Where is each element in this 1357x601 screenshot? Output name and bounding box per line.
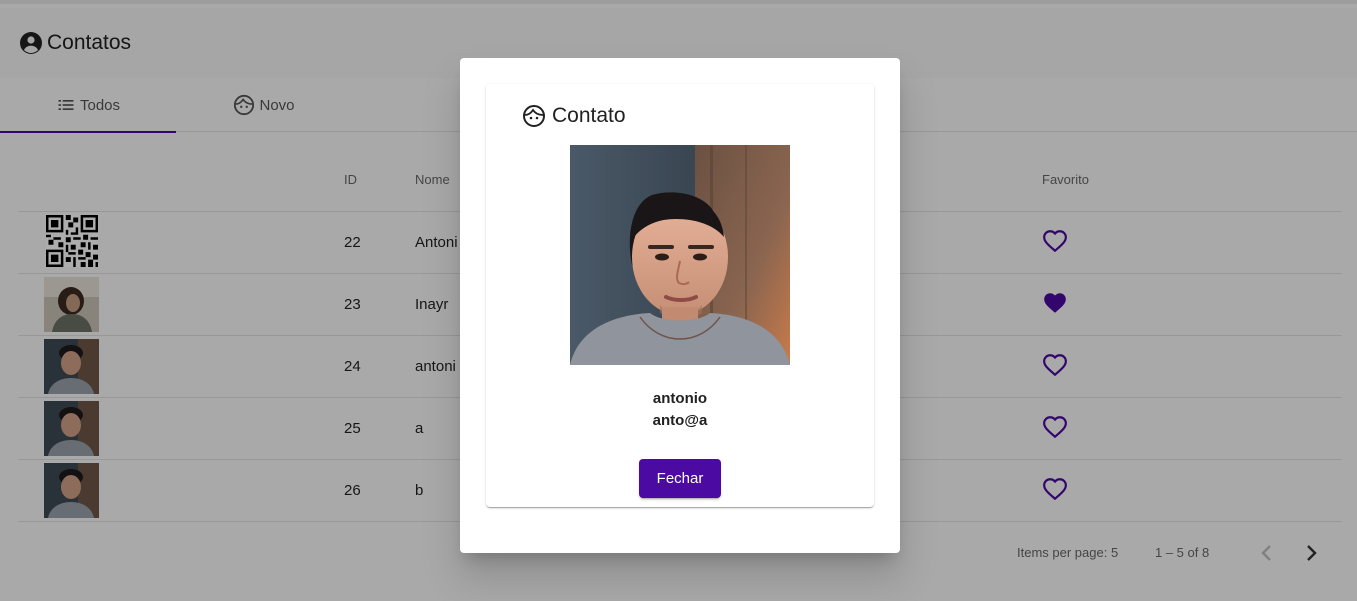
- dialog-title: Contato: [522, 104, 626, 128]
- close-button[interactable]: Fechar: [639, 459, 721, 498]
- face-icon: [523, 105, 545, 127]
- contact-email: anto@a: [652, 412, 708, 429]
- contact-photo: [570, 145, 790, 365]
- contact-dialog: Contato antonio anto@a Fechar: [460, 58, 900, 553]
- contact-card: Contato antonio anto@a Fechar: [486, 84, 874, 507]
- contact-name: antonio: [652, 390, 708, 407]
- dialog-title-text: Contato: [552, 104, 626, 127]
